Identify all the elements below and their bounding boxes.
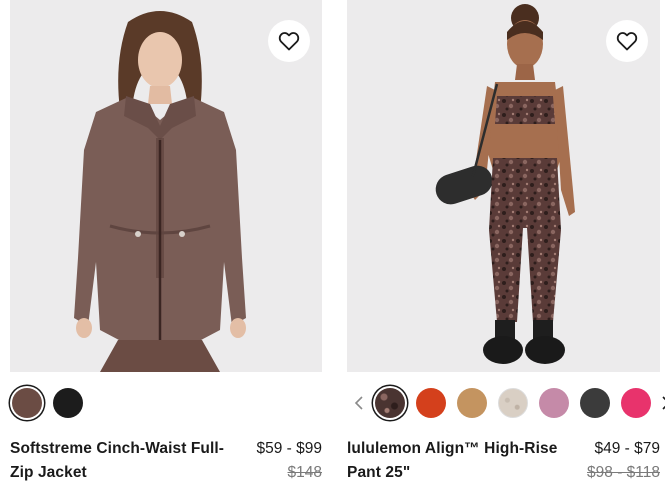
product-card[interactable]: lululemon Align™ High-Rise Pant 25" $49 … xyxy=(347,0,665,481)
wishlist-button[interactable] xyxy=(606,20,648,62)
chevron-left-icon xyxy=(354,396,363,410)
heart-icon xyxy=(278,32,300,51)
original-price: $148 xyxy=(287,464,322,481)
swatch-prev-button[interactable] xyxy=(351,388,367,418)
color-swatch[interactable] xyxy=(539,388,569,418)
color-swatch[interactable] xyxy=(416,388,446,418)
product-price: $59 - $99 $148 xyxy=(257,437,323,485)
color-swatch[interactable] xyxy=(498,388,528,418)
product-card[interactable]: Softstreme Cinch-Waist Full-Zip Jacket $… xyxy=(10,0,322,481)
color-swatch[interactable] xyxy=(53,388,83,418)
swatch-next-button[interactable] xyxy=(658,388,665,418)
product-title[interactable]: lululemon Align™ High-Rise Pant 25" xyxy=(347,437,572,485)
color-swatch[interactable] xyxy=(621,388,651,418)
color-swatch[interactable] xyxy=(375,388,405,418)
wishlist-button[interactable] xyxy=(268,20,310,62)
color-swatch[interactable] xyxy=(580,388,610,418)
sale-price: $49 - $79 xyxy=(594,440,661,457)
heart-icon xyxy=(616,32,638,51)
product-price: $49 - $79 $98 - $118 xyxy=(587,437,660,485)
color-swatches xyxy=(351,384,665,422)
product-image[interactable] xyxy=(347,0,660,372)
chevron-right-icon xyxy=(662,396,665,410)
color-swatch[interactable] xyxy=(457,388,487,418)
color-swatches xyxy=(12,384,94,422)
original-price: $98 - $118 xyxy=(587,464,660,481)
product-image[interactable] xyxy=(10,0,322,372)
sale-price: $59 - $99 xyxy=(256,440,323,457)
color-swatch[interactable] xyxy=(12,388,42,418)
product-title[interactable]: Softstreme Cinch-Waist Full-Zip Jacket xyxy=(10,437,235,485)
